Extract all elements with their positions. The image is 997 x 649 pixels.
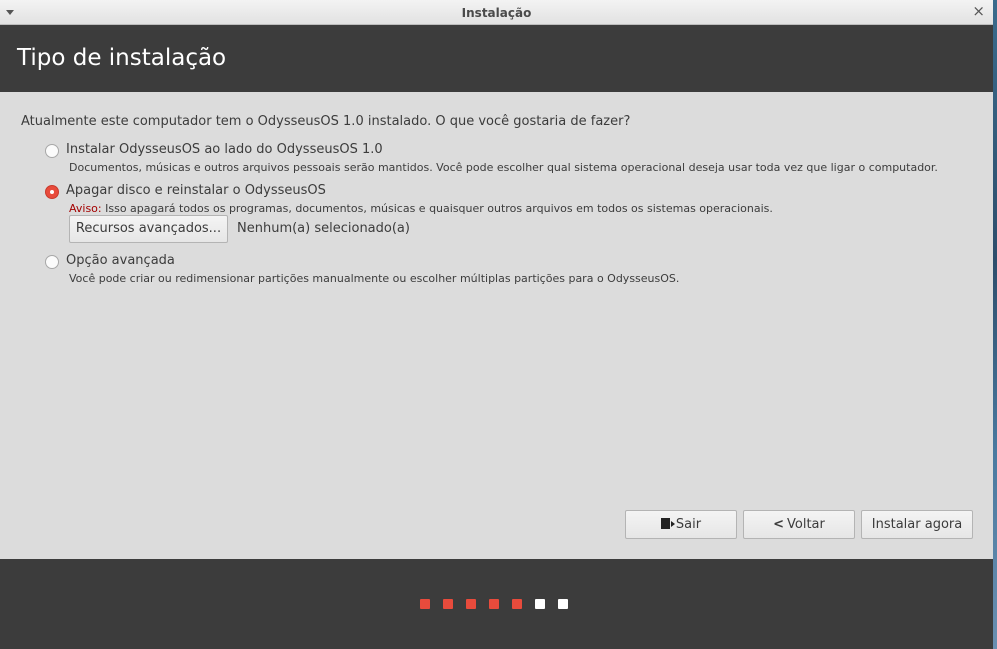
step-dot	[420, 599, 430, 609]
back-button[interactable]: < Voltar	[743, 510, 855, 539]
title-bar: Instalação ×	[0, 0, 993, 25]
page-title: Tipo de instalação	[17, 45, 227, 71]
radio-advanced[interactable]	[45, 255, 59, 269]
option-description: Você pode criar ou redimensionar partiçõ…	[69, 272, 680, 285]
install-now-button[interactable]: Instalar agora	[861, 510, 973, 539]
warning-label: Aviso:	[69, 202, 102, 215]
step-dot	[558, 599, 568, 609]
page-header: Tipo de instalação	[0, 25, 993, 92]
option-label[interactable]: Instalar OdysseusOS ao lado do OdysseusO…	[66, 142, 383, 157]
quit-label: Sair	[675, 517, 702, 532]
step-dot	[466, 599, 476, 609]
radio-install-alongside[interactable]	[45, 144, 59, 158]
quit-button[interactable]: Sair	[625, 510, 737, 539]
option-label[interactable]: Opção avançada	[66, 253, 175, 268]
option-label[interactable]: Apagar disco e reinstalar o OdysseusOS	[66, 183, 326, 198]
option-description: Aviso: Isso apagará todos os programas, …	[69, 202, 773, 215]
warning-text: Isso apagará todos os programas, documen…	[101, 202, 773, 215]
advanced-features-button[interactable]: Recursos avançados...	[69, 215, 228, 243]
radio-erase-reinstall[interactable]	[45, 185, 59, 199]
exit-door-icon	[660, 518, 675, 529]
step-dot	[535, 599, 545, 609]
close-icon[interactable]: ×	[972, 4, 985, 19]
option-description: Documentos, músicas e outros arquivos pe…	[69, 161, 938, 174]
installer-window: Instalação × Tipo de instalação Atualmen…	[0, 0, 993, 649]
back-label: Voltar	[787, 517, 825, 532]
main-content: Atualmente este computador tem o Odysseu…	[0, 92, 993, 559]
step-dot	[512, 599, 522, 609]
step-dot	[443, 599, 453, 609]
progress-footer	[0, 559, 993, 649]
window-title: Instalação	[461, 6, 532, 20]
desktop-background	[993, 0, 997, 649]
advanced-features-status: Nenhum(a) selecionado(a)	[237, 221, 410, 236]
step-dot	[489, 599, 499, 609]
chevron-left-icon: <	[773, 517, 785, 532]
installation-question: Atualmente este computador tem o Odysseu…	[21, 114, 631, 129]
